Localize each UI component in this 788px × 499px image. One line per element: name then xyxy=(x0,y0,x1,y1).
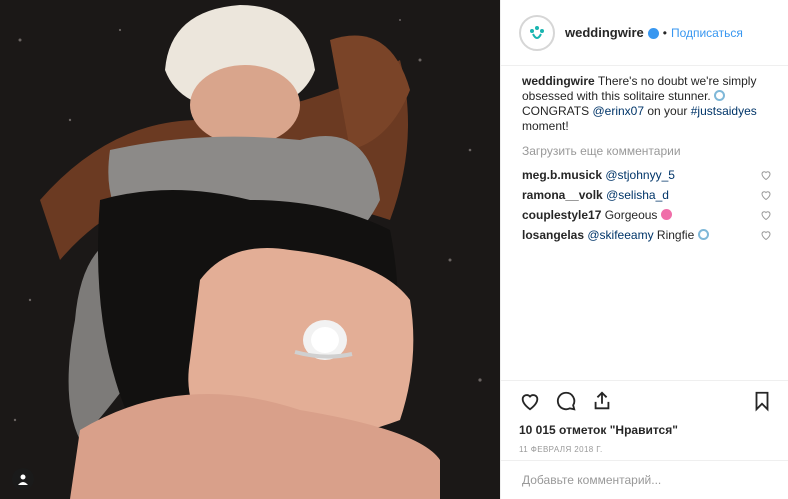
comment-bubble-icon[interactable] xyxy=(555,390,577,412)
comment-username[interactable]: couplestyle17 xyxy=(522,208,601,222)
likes-count[interactable]: 10 015 отметок "Нравится" xyxy=(519,423,773,437)
add-comment-input[interactable]: Добавьте комментарий... xyxy=(501,460,788,499)
comment-row: ramona__volk @selisha_d xyxy=(522,185,772,205)
post-image[interactable] xyxy=(0,0,500,499)
post-details-panel: weddingwire • Подписаться weddingwire Th… xyxy=(500,0,788,499)
avatar[interactable] xyxy=(519,14,555,51)
flower-emoji-icon xyxy=(660,208,672,220)
user-tag-icon[interactable] xyxy=(12,468,34,490)
separator-dot: • xyxy=(662,25,667,40)
follow-button[interactable]: Подписаться xyxy=(671,26,743,40)
post-date[interactable]: 11 ФЕВРАЛЯ 2018 Г. xyxy=(519,445,773,454)
comment-row: couplestyle17 Gorgeous xyxy=(522,205,772,225)
comment-like-heart-icon[interactable] xyxy=(760,229,772,241)
ring-emoji-icon xyxy=(714,90,726,101)
comment-text: Gorgeous xyxy=(604,207,658,222)
post-header: weddingwire • Подписаться xyxy=(501,0,788,66)
like-heart-icon[interactable] xyxy=(519,390,541,412)
ring-emoji-icon xyxy=(697,228,709,240)
caption-username[interactable]: weddingwire xyxy=(522,74,595,88)
load-more-comments-button[interactable]: Загрузить еще комментарии xyxy=(522,144,772,159)
comment-text: Ringfie xyxy=(656,227,695,242)
comment-username[interactable]: losangelas xyxy=(522,228,584,242)
action-icons xyxy=(519,389,773,413)
comment-like-heart-icon[interactable] xyxy=(760,189,772,201)
weddingwire-logo-icon xyxy=(527,22,547,43)
comment-row: losangelas @skifeeamy Ringfie xyxy=(522,225,772,245)
comment-mention[interactable]: @skifeeamy xyxy=(587,228,653,242)
bookmark-save-icon[interactable] xyxy=(751,390,773,412)
caption-text-3: on your xyxy=(647,104,688,118)
comment-mention[interactable]: @stjohnyy_5 xyxy=(605,168,675,182)
comment-mention[interactable]: @selisha_d xyxy=(606,188,669,202)
verified-badge-icon xyxy=(647,28,659,39)
caption-text-2: CONGRATS xyxy=(522,104,590,118)
comment-like-heart-icon[interactable] xyxy=(760,169,772,181)
post-photo xyxy=(0,0,500,499)
comments-section: weddingwire There's no doubt we're simpl… xyxy=(501,66,788,245)
caption-mention[interactable]: @erinx07 xyxy=(592,104,644,118)
post-actions: 10 015 отметок "Нравится" 11 ФЕВРАЛЯ 201… xyxy=(501,380,788,454)
comment-username[interactable]: meg.b.musick xyxy=(522,168,602,182)
header-username[interactable]: weddingwire xyxy=(565,25,644,40)
caption: weddingwire There's no doubt we're simpl… xyxy=(522,74,772,134)
caption-hashtag[interactable]: #justsaidyes xyxy=(691,104,757,118)
comment-like-heart-icon[interactable] xyxy=(760,209,772,221)
share-icon[interactable] xyxy=(591,390,613,412)
comment-username[interactable]: ramona__volk xyxy=(522,188,603,202)
comment-row: meg.b.musick @stjohnyy_5 xyxy=(522,165,772,185)
caption-text-4: moment! xyxy=(522,119,569,133)
